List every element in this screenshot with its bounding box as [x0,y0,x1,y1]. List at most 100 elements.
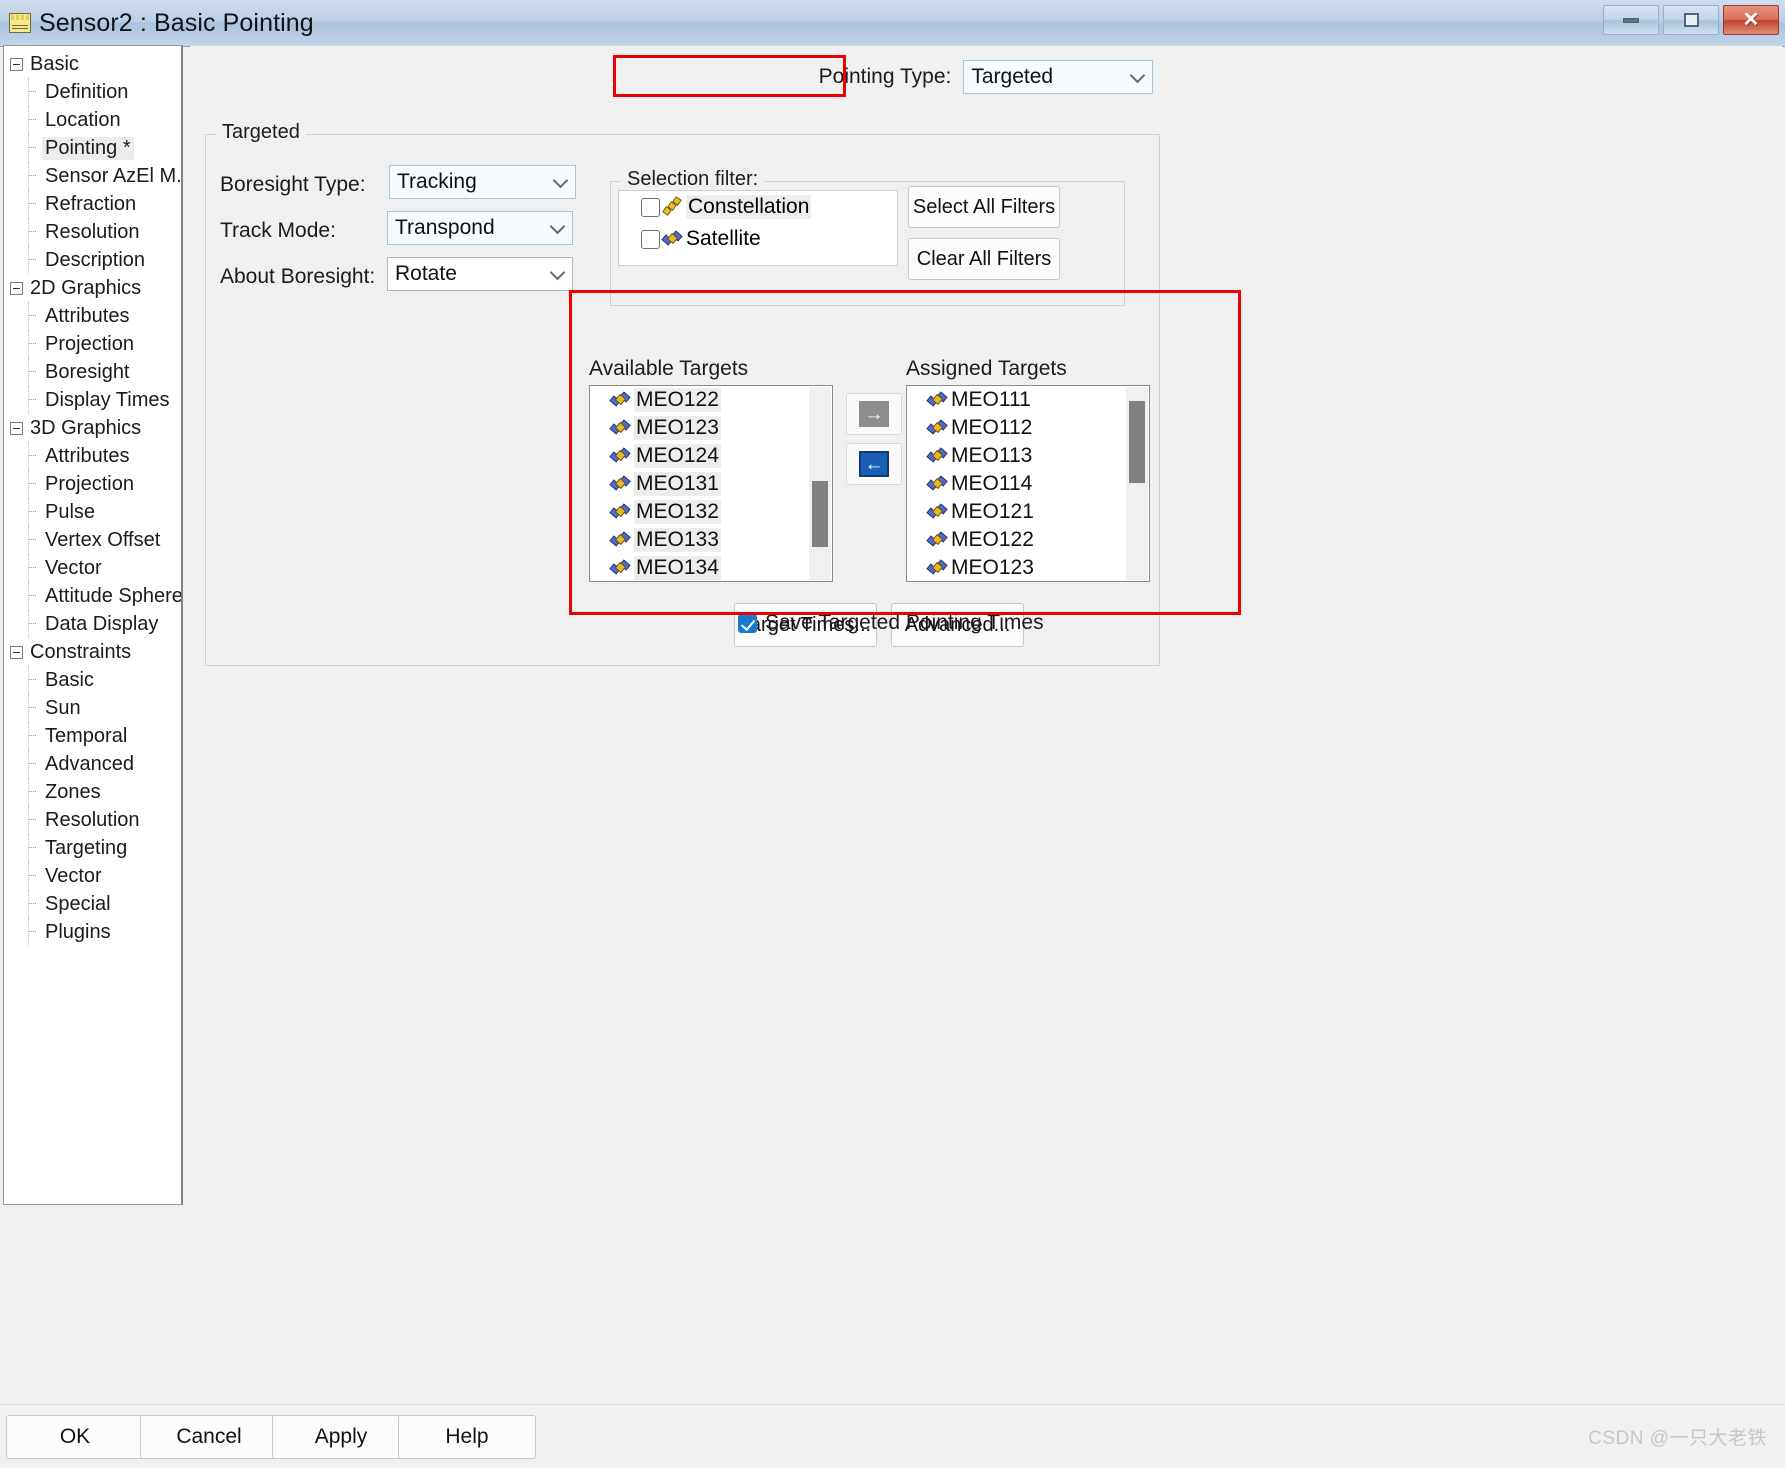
boresight-type-select[interactable]: Tracking [389,165,576,199]
sidebar-item-vertex-offset[interactable]: Vertex Offset [4,526,181,554]
sidebar-item-attributes[interactable]: Attributes [4,442,181,470]
list-item-label: MEO132 [634,500,721,524]
about-boresight-value: Rotate [395,262,457,285]
sidebar-item-projection[interactable]: Projection [4,330,181,358]
sidebar-item-refraction[interactable]: Refraction [4,190,181,218]
list-item[interactable]: MEO114 [907,470,1149,498]
list-item[interactable]: MEO123 [590,414,832,442]
sidebar-item-basic[interactable]: Basic [4,50,181,78]
list-item[interactable]: MEO131 [590,470,832,498]
sidebar-item-label: Resolution [45,220,140,243]
track-mode-label: Track Mode: [220,219,336,242]
assigned-targets-scrollbar[interactable] [1126,387,1148,580]
sidebar-item-description[interactable]: Description [4,246,181,274]
list-item[interactable]: MEO134 [590,554,832,581]
list-item[interactable]: MEO133 [590,526,832,554]
maximize-button[interactable] [1663,5,1719,35]
navigation-tree[interactable]: Basic Definition Location Pointing * Sensor … [3,45,183,1205]
list-item-label: MEO122 [634,388,721,412]
tree-expander-icon[interactable] [10,645,23,659]
sidebar-item-constraints[interactable]: Constraints [4,638,181,666]
list-item[interactable]: MEO123 [907,554,1149,581]
filter-checkbox-constellation[interactable] [641,197,660,217]
tree-expander-icon[interactable] [10,421,23,435]
close-button[interactable]: ✕ [1723,5,1779,35]
sidebar-item-vector[interactable]: Vector [4,554,181,582]
sidebar-item-label: Plugins [45,920,111,943]
about-boresight-label: About Boresight: [220,265,376,288]
available-targets-list[interactable]: MEO122 MEO123 MEO124 MEO131 MEO132 MEO133 MEO1… [589,385,833,582]
sidebar-item-sensor-azel-m[interactable]: Sensor AzEl M... [4,162,181,190]
sidebar-item-plugins[interactable]: Plugins [4,918,181,946]
sidebar-item-advanced[interactable]: Advanced [4,750,181,778]
sidebar-item-3d-graphics[interactable]: 3D Graphics [4,414,181,442]
sidebar-item-vector[interactable]: Vector [4,862,181,890]
sidebar-item-display-times[interactable]: Display Times [4,386,181,414]
footer-bar: OK Cancel Apply Help CSDN @一只大老铁 [0,1406,1785,1468]
sidebar-item-zones[interactable]: Zones [4,778,181,806]
sidebar-item-label: Pointing * [42,136,134,160]
minimize-button[interactable] [1603,5,1659,35]
sidebar-item-data-display[interactable]: Data Display [4,610,181,638]
unassign-target-button[interactable]: ← [846,443,902,485]
assign-target-button[interactable]: → [846,393,902,435]
sidebar-item-2d-graphics[interactable]: 2D Graphics [4,274,181,302]
satellite-icon [926,445,948,467]
tree-branch-line [28,330,42,358]
pointing-type-select[interactable]: Targeted [963,60,1154,94]
filter-checkbox-satellite[interactable] [641,229,660,249]
clear-all-filters-button[interactable]: Clear All Filters [908,238,1060,280]
list-item[interactable]: MEO132 [590,498,832,526]
save-targeted-pointing-times-checkbox[interactable] [738,613,757,633]
tree-expander-icon[interactable] [10,57,23,71]
list-item[interactable]: MEO122 [907,526,1149,554]
list-item[interactable]: MEO124 [590,442,832,470]
constellation-icon [661,196,683,218]
sidebar-item-attributes[interactable]: Attributes [4,302,181,330]
sidebar-item-resolution[interactable]: Resolution [4,806,181,834]
sidebar-item-pointing[interactable]: Pointing * [4,134,181,162]
list-item[interactable]: MEO122 [590,386,832,414]
sidebar-item-basic[interactable]: Basic [4,666,181,694]
sidebar-item-attitude-sphere[interactable]: Attitude Sphere [4,582,181,610]
sidebar-item-pulse[interactable]: Pulse [4,498,181,526]
sidebar-item-label: Constraints [30,640,132,663]
sidebar-item-temporal[interactable]: Temporal [4,722,181,750]
save-targeted-pointing-times-row[interactable]: Save Targeted Pointing Times [738,611,1044,635]
sidebar-item-location[interactable]: Location [4,106,181,134]
title-bar: Sensor2 : Basic Pointing ✕ [0,0,1785,47]
sidebar-item-definition[interactable]: Definition [4,78,181,106]
assigned-targets-list[interactable]: MEO111 MEO112 MEO113 MEO114 MEO121 MEO122 MEO1… [906,385,1150,582]
list-item[interactable]: MEO121 [907,498,1149,526]
apply-button[interactable]: Apply [272,1415,410,1459]
main-panel: Pointing Type: Targeted Targeted Boresig… [190,45,1782,1205]
list-item[interactable]: MEO113 [907,442,1149,470]
targeted-group-title: Targeted [216,121,306,144]
sidebar-item-label: Attributes [45,444,130,467]
list-item[interactable]: MEO112 [907,414,1149,442]
list-item[interactable]: MEO111 [907,386,1149,414]
sidebar-item-boresight[interactable]: Boresight [4,358,181,386]
filter-item-constellation[interactable]: Constellation [619,191,897,223]
sidebar-item-projection[interactable]: Projection [4,470,181,498]
sidebar-item-sun[interactable]: Sun [4,694,181,722]
sidebar-item-resolution[interactable]: Resolution [4,218,181,246]
help-button[interactable]: Help [398,1415,536,1459]
scrollbar-thumb[interactable] [812,481,828,547]
scrollbar-thumb[interactable] [1129,401,1145,483]
satellite-icon [926,389,948,411]
about-boresight-select[interactable]: Rotate [387,257,573,291]
ok-button[interactable]: OK [6,1415,144,1459]
select-all-filters-button[interactable]: Select All Filters [908,186,1060,228]
sidebar-item-label: Targeting [45,836,128,859]
tree-expander-icon[interactable] [10,281,23,295]
selection-filter-list[interactable]: Constellation Satellite [618,190,898,266]
cancel-button[interactable]: Cancel [140,1415,278,1459]
filter-item-satellite[interactable]: Satellite [619,223,897,255]
sidebar-item-label: 2D Graphics [30,276,142,299]
available-targets-scrollbar[interactable] [809,387,831,580]
sidebar-item-targeting[interactable]: Targeting [4,834,181,862]
track-mode-select[interactable]: Transpond [387,211,573,245]
sidebar-item-label: Resolution [45,808,140,831]
sidebar-item-special[interactable]: Special [4,890,181,918]
